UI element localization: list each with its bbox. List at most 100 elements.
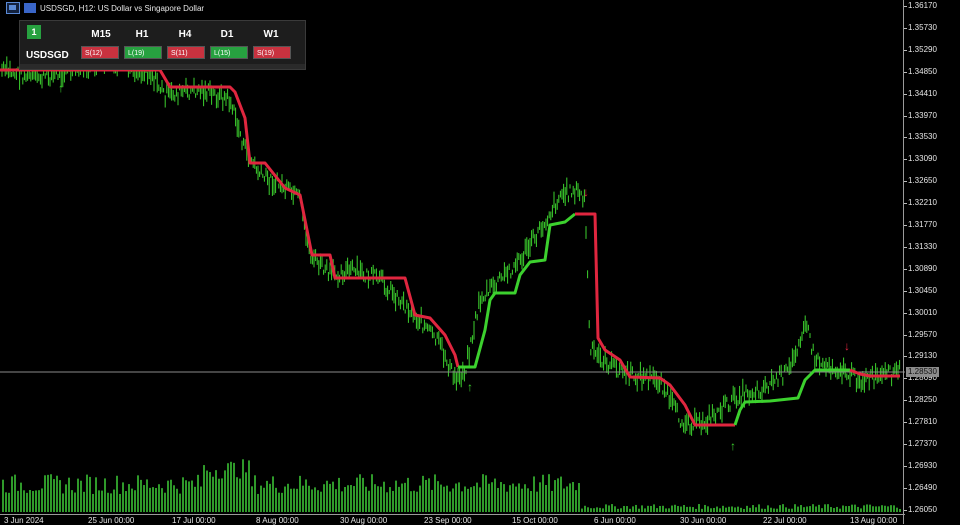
timeframe-label-m15: M15	[91, 29, 111, 40]
timeframe-label-h4: H4	[178, 29, 192, 40]
chart-window[interactable]: USDSGD, H12: US Dollar vs Singapore Doll…	[0, 0, 960, 525]
volume-bar	[359, 474, 361, 512]
volume-bar	[110, 493, 112, 512]
signal-button-h1[interactable]: L(19)	[124, 46, 162, 59]
volume-bar	[878, 506, 880, 512]
volume-bar	[203, 465, 205, 512]
volume-bar	[506, 491, 508, 512]
volume-bar	[842, 505, 844, 512]
volume-bar	[245, 472, 247, 512]
volume-bar	[500, 482, 502, 512]
volume-bar	[470, 487, 472, 512]
volume-bar	[371, 474, 373, 512]
volume-bar	[671, 505, 673, 512]
volume-bar	[701, 508, 703, 512]
volume-bar	[101, 490, 103, 512]
volume-bar	[530, 491, 532, 512]
signal-button-w1[interactable]: S(19)	[253, 46, 291, 59]
price-axis[interactable]: 1.36170 1.35730 1.35290 1.34850 1.34410 1.339…	[903, 0, 960, 524]
volume-bar	[275, 487, 277, 512]
volume-bar	[572, 482, 574, 512]
volume-bar	[218, 478, 220, 512]
volume-bar	[302, 485, 304, 512]
volume-bar	[716, 506, 718, 512]
volume-bar	[206, 470, 208, 512]
chart-window-icon	[6, 2, 20, 14]
price-axis-label: 1.35290	[904, 45, 960, 55]
volume-bar	[755, 507, 757, 512]
volume-bar	[824, 504, 826, 512]
volume-bar	[8, 492, 10, 512]
volume-bar	[155, 487, 157, 512]
volume-bar	[239, 478, 241, 512]
volume-bar	[461, 491, 463, 512]
price-axis-label: 1.34850	[904, 67, 960, 77]
volume-bar	[83, 491, 85, 512]
up-arrow-icon: ↑	[467, 380, 473, 394]
volume-bar	[113, 489, 115, 512]
price-axis-label: 1.26490	[904, 483, 960, 493]
volume-bar	[362, 477, 364, 512]
volume-bar	[404, 482, 406, 512]
volume-bar	[539, 482, 541, 512]
volume-bar	[119, 493, 121, 512]
volume-bar	[125, 491, 127, 512]
price-chart-canvas[interactable]	[0, 0, 905, 514]
volume-bar	[5, 492, 7, 512]
volume-bar	[152, 487, 154, 512]
volume-bar	[542, 474, 544, 512]
volume-bar	[818, 504, 820, 512]
up-arrow-icon: ↑	[58, 81, 64, 95]
volume-bar	[854, 504, 856, 512]
volume-bar	[227, 463, 229, 512]
volume-bar	[167, 480, 169, 512]
volume-bar	[626, 506, 628, 512]
panel-symbol: USDSGD	[26, 50, 69, 61]
volume-bar	[575, 490, 577, 512]
time-axis[interactable]: 3 Jun 2024 25 Jun 00:00 17 Jul 00:00 8 Aug …	[0, 514, 905, 525]
volume-bar	[881, 505, 883, 512]
price-axis-label: 1.27810	[904, 417, 960, 427]
volume-bar	[776, 508, 778, 512]
volume-bar	[95, 477, 97, 512]
signal-button-d1[interactable]: L(15)	[210, 46, 248, 59]
volume-bar	[707, 506, 709, 512]
volume-bar	[200, 486, 202, 512]
price-axis-label: 1.31770	[904, 220, 960, 230]
volume-bar	[374, 484, 376, 512]
volume-bar	[536, 491, 538, 512]
price-axis-label: 1.33530	[904, 132, 960, 142]
volume-bar	[782, 504, 784, 512]
price-axis-label: 1.32650	[904, 176, 960, 186]
volume-bar	[398, 486, 400, 512]
volume-bar	[386, 492, 388, 512]
volume-bar	[491, 482, 493, 512]
volume-bar	[737, 506, 739, 512]
volume-bar	[248, 460, 250, 512]
volume-bar	[803, 507, 805, 512]
signal-button-h4[interactable]: S(11)	[167, 46, 205, 59]
volume-bar	[584, 505, 586, 512]
volume-bar	[2, 479, 4, 512]
volume-bar	[230, 461, 232, 512]
volume-bar	[320, 491, 322, 512]
volume-bar	[284, 486, 286, 512]
price-axis-label: 1.32210	[904, 198, 960, 208]
volume-bar	[389, 487, 391, 512]
volume-bar	[74, 492, 76, 512]
volume-bar	[11, 476, 13, 512]
volume-bar	[482, 474, 484, 512]
volume-bar	[704, 504, 706, 512]
chart-type-icon	[24, 3, 36, 13]
volume-bar	[107, 492, 109, 512]
volume-bar	[233, 462, 235, 512]
volume-bar	[53, 479, 55, 512]
panel-badge[interactable]: 1	[27, 25, 41, 39]
signal-button-m15[interactable]: S(12)	[81, 46, 119, 59]
volume-bar	[65, 484, 67, 512]
panel-divider	[20, 64, 305, 69]
price-axis-label: 1.30010	[904, 308, 960, 318]
volume-bar	[317, 490, 319, 512]
price-axis-label: 1.29570	[904, 330, 960, 340]
volume-bar	[887, 506, 889, 512]
